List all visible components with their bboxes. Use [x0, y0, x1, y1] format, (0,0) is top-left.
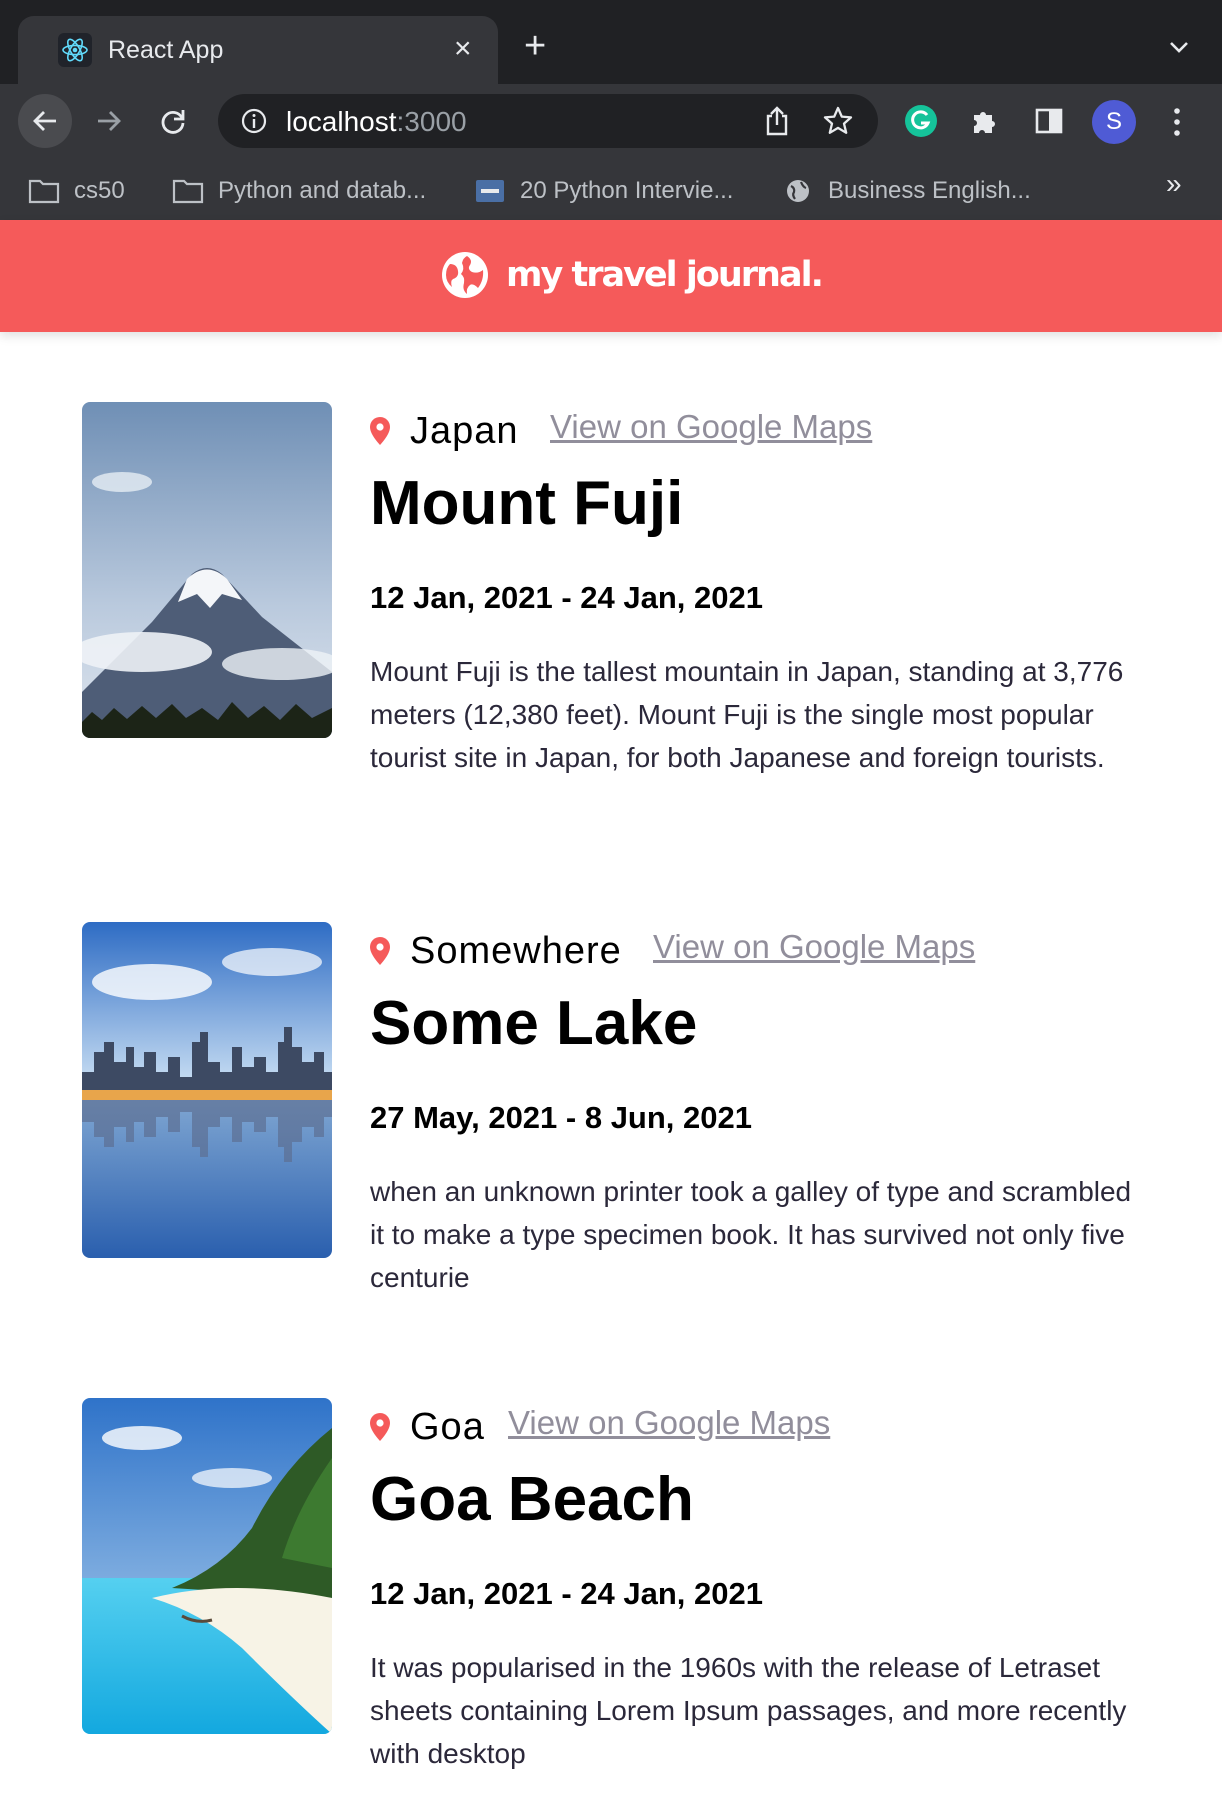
- location-pin-icon: [368, 936, 392, 966]
- share-icon[interactable]: [762, 105, 792, 137]
- entry-photo: [82, 402, 332, 738]
- globe-icon: [442, 252, 488, 298]
- bookmark-label: Python and datab...: [218, 177, 427, 204]
- more-menu-icon[interactable]: [1162, 100, 1192, 144]
- bookmark-label: 20 Python Intervie...: [520, 177, 734, 204]
- google-maps-link[interactable]: View on Google Maps: [653, 928, 975, 966]
- entry-country: Goa: [410, 1406, 485, 1448]
- city-lake-photo: [82, 922, 332, 1258]
- bookmark-star-icon[interactable]: [822, 105, 854, 137]
- tab-title: React App: [108, 36, 224, 64]
- bookmarks-bar: cs50 Python and datab... 20 Python Inter…: [0, 160, 1222, 220]
- beach-photo: [82, 1398, 332, 1734]
- url-port: :3000: [396, 106, 467, 137]
- google-maps-link[interactable]: View on Google Maps: [550, 408, 872, 446]
- folder-icon: [28, 179, 60, 204]
- extensions-puzzle-icon[interactable]: [964, 100, 1006, 142]
- url-host: localhost: [286, 106, 397, 137]
- entry-title: Goa Beach: [370, 1465, 694, 1534]
- chevron-down-icon[interactable]: [1166, 34, 1192, 60]
- entry-title: Mount Fuji: [370, 469, 684, 538]
- tds-icon: [476, 180, 504, 202]
- bookmark-label: Business English...: [828, 177, 1031, 204]
- globe-icon: [787, 180, 809, 202]
- entry-dates: 27 May, 2021 - 8 Jun, 2021: [370, 1100, 752, 1135]
- forward-button[interactable]: [82, 94, 136, 148]
- bookmark-business-english[interactable]: Business English...: [782, 174, 1031, 208]
- url-text: localhost:3000: [286, 106, 467, 138]
- profile-avatar[interactable]: S: [1092, 100, 1136, 144]
- folder-icon: [172, 179, 204, 204]
- entry-description: It was popularised in the 1960s with the…: [370, 1652, 1127, 1769]
- bookmark-python-database[interactable]: Python and datab...: [172, 174, 426, 208]
- entry-description: Mount Fuji is the tallest mountain in Ja…: [370, 656, 1124, 773]
- info-icon[interactable]: [240, 107, 268, 135]
- mountain-photo: [82, 402, 332, 738]
- arrow-left-icon: [33, 111, 56, 131]
- browser-chrome: React App × + localhost:3000 S cs50 Pyth…: [0, 0, 1222, 220]
- bookmark-cs50[interactable]: cs50: [28, 174, 125, 208]
- brand-name: my travel journal.: [506, 255, 824, 295]
- tab-react-app[interactable]: React App ×: [18, 16, 498, 84]
- tab-strip: React App × +: [0, 0, 1222, 84]
- brand: my travel journal.: [440, 250, 824, 300]
- grammarly-extension-icon[interactable]: [900, 100, 942, 142]
- entry-description: when an unknown printer took a galley of…: [370, 1176, 1132, 1293]
- entry-country: Somewhere: [410, 930, 622, 972]
- back-button[interactable]: [18, 94, 72, 148]
- bookmark-label: cs50: [74, 177, 125, 204]
- entry-country: Japan: [410, 410, 519, 452]
- react-icon: [58, 33, 92, 67]
- entry-dates: 12 Jan, 2021 - 24 Jan, 2021: [370, 580, 763, 615]
- new-tab-button[interactable]: +: [524, 26, 546, 66]
- bookmark-python-interview[interactable]: 20 Python Intervie...: [474, 174, 733, 208]
- side-panel-icon[interactable]: [1028, 100, 1070, 142]
- tab-close-icon[interactable]: ×: [454, 30, 472, 68]
- entry-dates: 12 Jan, 2021 - 24 Jan, 2021: [370, 1576, 763, 1611]
- entry-photo: [82, 922, 332, 1258]
- location-pin-icon: [368, 416, 392, 446]
- arrow-right-icon: [98, 111, 121, 131]
- reload-icon: [161, 110, 185, 134]
- google-maps-link[interactable]: View on Google Maps: [508, 1404, 830, 1442]
- more-bookmarks-button[interactable]: »: [1166, 168, 1182, 200]
- entry-title: Some Lake: [370, 989, 698, 1058]
- address-bar[interactable]: localhost:3000: [218, 94, 878, 148]
- reload-button[interactable]: [146, 94, 200, 148]
- location-pin-icon: [368, 1412, 392, 1442]
- app-navbar: my travel journal.: [0, 220, 1222, 332]
- entry-photo: [82, 1398, 332, 1734]
